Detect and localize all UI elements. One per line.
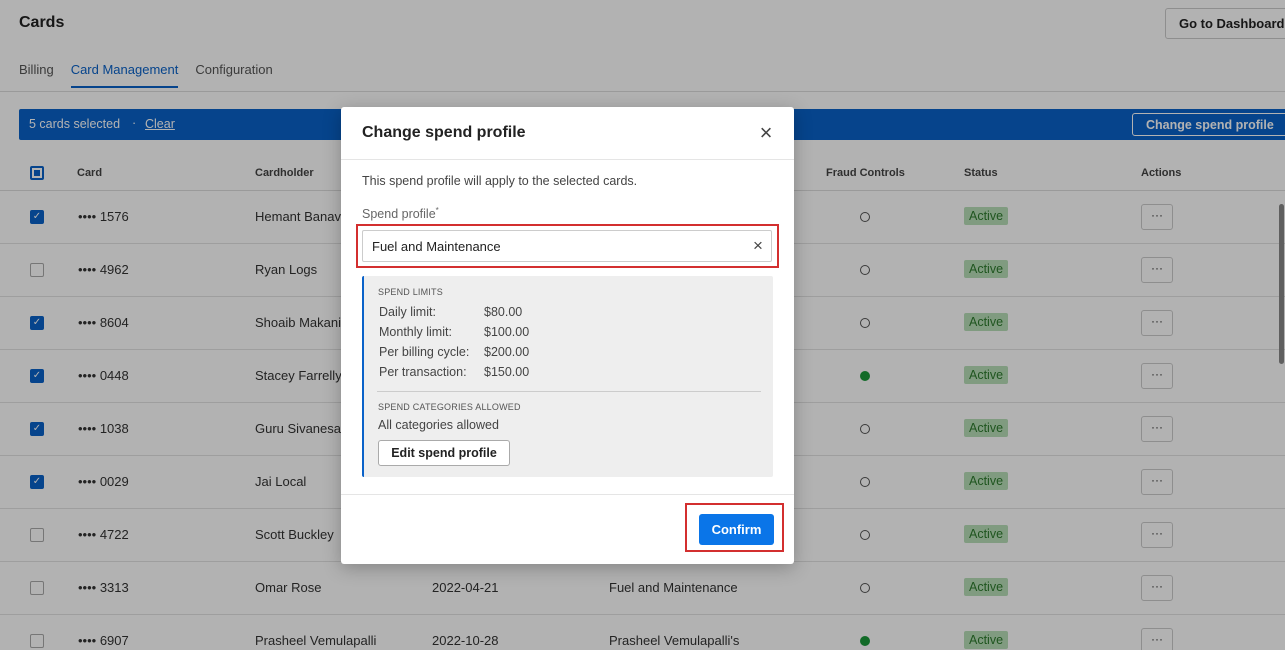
spend-categories-heading: SPEND CATEGORIES ALLOWED [378,402,521,412]
limit-row-transaction: Per transaction: $150.00 [379,365,529,379]
limit-row-billing-cycle: Per billing cycle: $200.00 [379,345,529,359]
limit-row-daily: Daily limit: $80.00 [379,305,522,319]
spend-profile-label: Spend profile* [362,206,439,221]
edit-spend-profile-button[interactable]: Edit spend profile [378,440,510,466]
limit-label: Monthly limit: [379,325,452,339]
limit-value: $80.00 [484,305,523,319]
spend-limits-heading: SPEND LIMITS [378,287,443,297]
limit-label: Per billing cycle: [379,345,470,359]
summary-divider [377,391,761,392]
limit-label: Per transaction: [379,365,467,379]
spend-profile-select[interactable]: Fuel and Maintenance × [362,230,772,262]
required-mark: * [435,206,439,215]
close-icon[interactable]: × [755,122,777,144]
dialog-title: Change spend profile [362,124,526,141]
change-spend-profile-dialog: Change spend profile × This spend profil… [341,107,794,564]
limit-value: $150.00 [484,365,530,379]
confirm-button[interactable]: Confirm [699,514,774,545]
spend-profile-label-text: Spend profile [362,207,436,222]
categories-allowed: All categories allowed [378,418,499,432]
limit-value: $100.00 [484,325,530,339]
dialog-footer-divider [341,494,794,495]
limit-label: Daily limit: [379,305,436,319]
dialog-header-divider [341,159,794,160]
dialog-description: This spend profile will apply to the sel… [362,174,638,188]
limit-row-monthly: Monthly limit: $100.00 [379,325,529,339]
clear-field-icon[interactable]: × [749,235,767,257]
spend-profile-value: Fuel and Maintenance [372,239,501,254]
spend-profile-summary: SPEND LIMITS Daily limit: $80.00 Monthly … [362,276,773,477]
limit-value: $200.00 [484,345,530,359]
